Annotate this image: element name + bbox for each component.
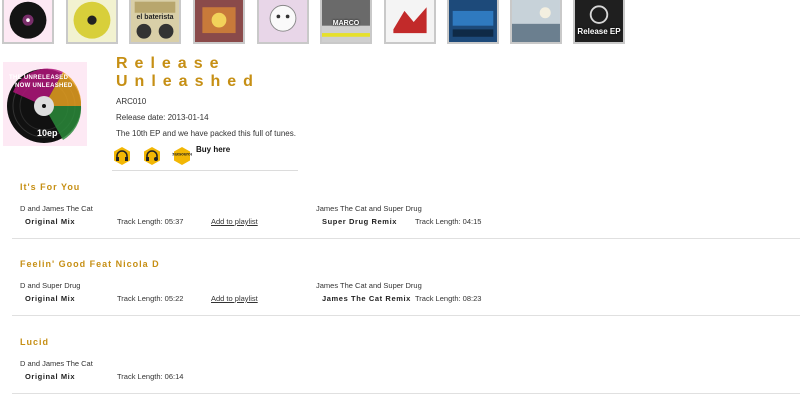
traxsource-shop-icon[interactable]: traxsource	[172, 146, 192, 166]
release-cover: THE UNRELEASED NOW UNLEASHED 10ep	[3, 62, 87, 146]
catalog-number: ARC010	[116, 97, 147, 106]
cover-text-top: THE UNRELEASED	[9, 75, 69, 81]
release-cover-thumbnail-icon	[68, 0, 116, 42]
thumbnail-caption: Release EP	[577, 27, 621, 36]
header-divider	[112, 170, 298, 171]
release-thumbnail[interactable]	[384, 0, 436, 44]
cover-badge: 10ep	[37, 128, 58, 138]
release-date: Release date: 2013-01-14	[116, 113, 209, 122]
track-length: Track Length: 05:22	[117, 294, 184, 303]
track-divider	[12, 238, 800, 239]
traxsource-logo-text: traxsource	[172, 152, 192, 157]
release-thumbnail[interactable]	[447, 0, 499, 44]
release-title: Release Unleashed	[116, 55, 260, 90]
track-title: It's For You	[20, 182, 81, 192]
thumbnail-caption: MARCO	[332, 20, 360, 27]
track-mix-name: Original Mix	[25, 294, 76, 303]
thumbnail-caption: el baterista	[136, 14, 174, 21]
release-cover-thumbnail-icon	[195, 0, 243, 42]
add-to-playlist-link[interactable]: Add to playlist	[211, 217, 258, 226]
buy-here-label: Buy here	[196, 145, 231, 154]
cover-text-mid: NOW UNLEASHED	[15, 83, 73, 89]
track-mix-name: Original Mix	[25, 372, 76, 381]
release-thumbnail[interactable]	[510, 0, 562, 44]
track-artist: D and James The Cat	[20, 359, 93, 368]
track-length: Track Length: 04:15	[415, 217, 482, 226]
release-thumbnail[interactable]	[2, 0, 54, 44]
track-artist: D and James The Cat	[20, 204, 93, 213]
release-thumbnail[interactable]	[257, 0, 309, 44]
add-to-playlist-link[interactable]: Add to playlist	[211, 294, 258, 303]
track-mix-name: Original Mix	[25, 217, 76, 226]
release-thumbnail[interactable]: Release EP	[573, 0, 625, 44]
track-artist: James The Cat and Super Drug	[316, 204, 422, 213]
release-description: The 10th EP and we have packed this full…	[116, 129, 296, 138]
track-artist: James The Cat and Super Drug	[316, 281, 422, 290]
track-block: It's For You D and James The Cat Origina…	[0, 182, 800, 240]
release-thumbnail[interactable]	[66, 0, 118, 44]
release-cover-thumbnail-icon	[512, 0, 560, 42]
release-thumbnail[interactable]	[193, 0, 245, 44]
release-cover-thumbnail-icon	[259, 0, 307, 42]
release-thumbnail[interactable]: MARCO	[320, 0, 372, 44]
track-length: Track Length: 06:14	[117, 372, 184, 381]
headphones-shop-icon[interactable]	[142, 146, 162, 166]
track-divider	[12, 315, 800, 316]
track-block: Feelin' Good Feat Nicola D D and Super D…	[0, 259, 800, 317]
track-artist: D and Super Drug	[20, 281, 81, 290]
release-cover-thumbnail-icon	[386, 0, 434, 42]
track-block: Lucid D and James The Cat Original Mix T…	[0, 337, 800, 395]
track-mix-name: James The Cat Remix	[322, 294, 411, 303]
release-thumbnail[interactable]: el baterista	[129, 0, 181, 44]
track-divider	[12, 393, 800, 394]
track-length: Track Length: 08:23	[415, 294, 482, 303]
track-title: Feelin' Good Feat Nicola D	[20, 259, 160, 269]
track-length: Track Length: 05:37	[117, 217, 184, 226]
headphones-shop-icon[interactable]	[112, 146, 132, 166]
track-mix-name: Super Drug Remix	[322, 217, 398, 226]
track-title: Lucid	[20, 337, 49, 347]
release-cover-thumbnail-icon	[4, 0, 52, 42]
release-cover-thumbnail-icon	[449, 0, 497, 42]
